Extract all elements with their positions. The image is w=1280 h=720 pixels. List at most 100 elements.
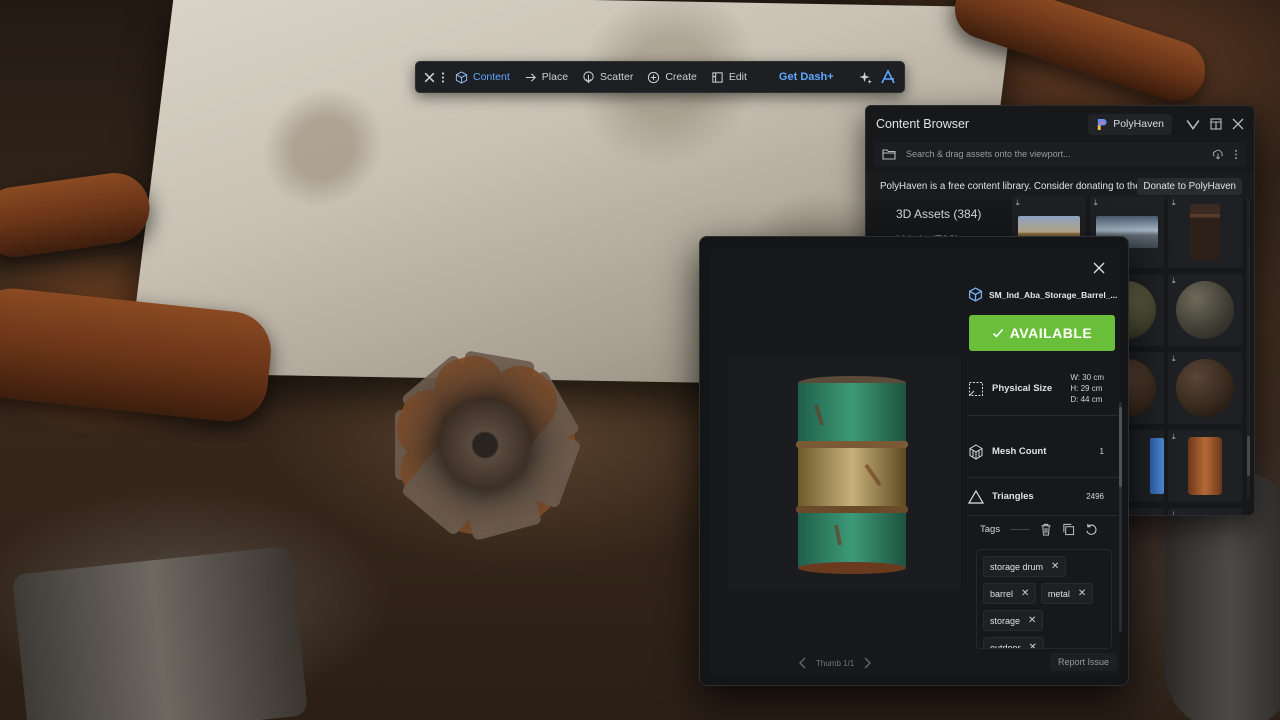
remove-tag-icon[interactable]: ✕ [1028,615,1036,626]
physical-size-label: Physical Size [992,383,1053,394]
asset-thumbnail [1176,359,1234,417]
triangle-icon [968,489,984,504]
tab-place[interactable]: Place [517,62,575,92]
download-icon: ⤓ [1172,198,1176,207]
tab-content[interactable]: Content [448,62,517,92]
reset-icon[interactable] [1085,523,1098,536]
download-icon: ⤓ [1172,276,1176,285]
asset-detail-body: SM_Ind_Aba_Storage_Barrel_... AVAILABLE … [710,247,1122,677]
cube-icon [968,287,983,302]
content-browser-title: Content Browser [876,117,970,131]
cloud-download-icon[interactable] [1212,149,1224,160]
tag-chip[interactable]: outdoor ✕ [983,637,1044,649]
tab-create-label: Create [665,71,697,83]
provider-label: PolyHaven [1113,118,1164,130]
tag-label: outdoor [990,642,1021,649]
folder-icon[interactable] [882,148,896,160]
tag-chip[interactable]: storage drum ✕ [983,556,1067,577]
remove-tag-icon[interactable]: ✕ [1021,588,1029,599]
vertical-dots-icon[interactable] [1234,149,1238,160]
grid-scrollbar-thumb[interactable] [1247,436,1250,476]
dash-logo-icon[interactable] [880,69,896,85]
get-dash-plus-link[interactable]: Get Dash+ [772,62,841,92]
arrow-right-icon [525,72,536,82]
download-icon: ⤓ [1172,432,1176,441]
edit-icon [712,71,723,83]
download-icon: ⤓ [1016,198,1020,207]
download-icon: ⤓ [1172,354,1176,363]
tab-edit[interactable]: Edit [704,62,754,92]
download-icon: ⤓ [1094,198,1098,207]
tag-chip[interactable]: metal ✕ [1040,583,1094,604]
report-issue-button[interactable]: Report Issue [1050,653,1118,671]
provider-selector[interactable]: PolyHaven [1088,113,1172,135]
asset-tile[interactable]: ⤓ [1168,196,1242,268]
category-3d-assets[interactable]: 3D Assets (384) [896,201,981,227]
create-plus-icon [648,71,660,83]
detail-scrollbar-thumb[interactable] [1119,407,1122,487]
vertical-dots-icon [441,71,445,83]
copy-icon[interactable] [1062,523,1075,536]
scatter-icon [583,70,594,83]
trash-icon[interactable] [1040,523,1052,536]
asset-tile[interactable]: ⤓ [1168,430,1242,502]
chevron-left-icon[interactable] [798,657,806,669]
tab-place-label: Place [541,71,569,83]
polyhaven-logo-icon [1098,118,1107,130]
asset-tile[interactable]: ⤓ [1168,508,1242,516]
dash-toolbar: Content Place Scatter Create Edit Get Da… [415,61,905,93]
checkmark-icon [992,328,1003,338]
tab-scatter[interactable]: Scatter [575,62,640,92]
close-toolbar-button[interactable] [416,62,438,92]
close-icon[interactable] [1092,261,1106,275]
tag-label: storage [990,615,1021,626]
asset-preview[interactable] [728,357,961,589]
toolbar-more-button[interactable] [438,62,448,92]
tag-chip[interactable]: barrel ✕ [983,583,1037,604]
tag-chip[interactable]: storage ✕ [983,610,1044,631]
asset-tile[interactable]: ⤓ [1168,274,1242,346]
metal-canister [11,545,309,720]
mesh-count-row: Mesh Count 1 [968,426,1118,478]
sparkle-icon[interactable] [859,71,872,84]
tag-label: metal [1047,588,1070,599]
available-button[interactable]: AVAILABLE [969,315,1115,351]
download-icon: ⤓ [1172,510,1176,516]
triangles-label: Triangles [992,491,1034,502]
tab-create[interactable]: Create [640,62,704,92]
tab-content-label: Content [473,71,510,83]
tags-header: Tags [980,523,1098,536]
undock-window-icon[interactable] [1210,118,1222,130]
remove-tag-icon[interactable]: ✕ [1029,642,1037,648]
asset-properties: Physical Size W: 30 cm H: 29 cm D: 44 cm… [968,362,1118,516]
size-depth: D: 44 cm [1070,395,1103,404]
dimensions-icon [969,381,983,396]
asset-detail-popup: SM_Ind_Aba_Storage_Barrel_... AVAILABLE … [699,236,1129,686]
asset-thumbnail [1176,281,1234,339]
physical-size-values: W: 30 cm H: 29 cm D: 44 cm [1070,372,1118,405]
mesh-count-value: 1 [1099,447,1104,456]
chevron-right-icon[interactable] [864,657,872,669]
asset-name-label: SM_Ind_Aba_Storage_Barrel_... [989,289,1118,300]
remove-tag-icon[interactable]: ✕ [1051,561,1059,572]
thumbnail-navigator: Thumb 1/1 [798,657,872,669]
physical-size-row: Physical Size W: 30 cm H: 29 cm D: 44 cm [968,362,1118,416]
asset-name: SM_Ind_Aba_Storage_Barrel_... [968,287,1118,302]
asset-thumbnail [1190,204,1220,260]
chevron-down-icon[interactable] [1186,117,1200,131]
rusty-pipe [0,168,155,262]
mesh-count-label: Mesh Count [992,446,1047,457]
asset-tile[interactable]: ⤓ [1168,352,1242,424]
close-icon [424,72,435,82]
tags-label: Tags [980,524,1001,535]
asset-search-input[interactable] [906,149,1202,159]
tag-label: storage drum [990,561,1044,572]
remove-tag-icon[interactable]: ✕ [1078,588,1086,599]
donate-button[interactable]: Donate to PolyHaven [1137,177,1242,195]
close-icon[interactable] [1232,118,1244,130]
tab-scatter-label: Scatter [600,71,634,83]
provider-info-text: PolyHaven is a free content library. Con… [880,180,1138,192]
tags-divider [1010,529,1031,530]
tags-list: storage drum ✕ barrel ✕ metal ✕ storage ✕ ou… [976,549,1112,649]
mesh-icon [969,443,983,460]
